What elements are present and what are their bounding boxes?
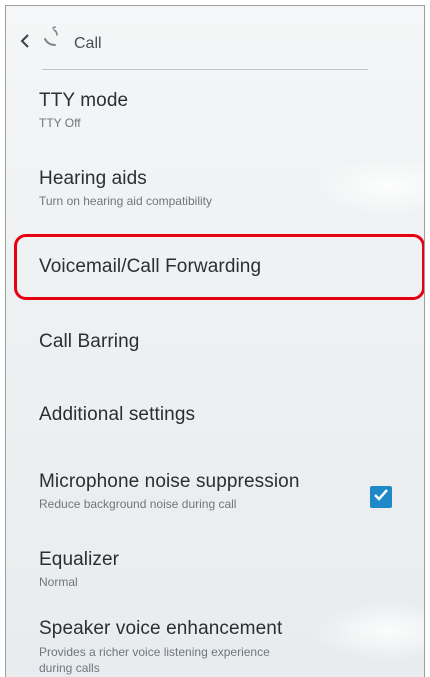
setting-summary: Turn on hearing aid compatibility [39,194,212,208]
setting-speaker-voice-enhancement[interactable]: Speaker voice enhancement Provides a ric… [6,618,424,676]
setting-title: Speaker voice enhancement [39,618,283,639]
setting-title: Microphone noise suppression [39,471,300,492]
setting-call-barring[interactable]: Call Barring [6,331,424,353]
chevron-left-icon [18,32,32,50]
title-divider [42,69,368,70]
setting-title: Voicemail/Call Forwarding [39,256,262,277]
noise-suppression-checkbox[interactable] [370,486,392,508]
setting-summary: Provides a richer voice listening experi… [39,645,270,675]
setting-summary: Reduce background noise during call [39,497,237,511]
setting-title: Hearing aids [39,168,147,189]
setting-title: Additional settings [39,404,196,425]
setting-equalizer[interactable]: Equalizer Normal [6,549,424,589]
settings-screen: Call TTY mode TTY Off Hearing aids Turn … [5,5,425,677]
phone-icon [38,24,64,52]
page-title: Call [74,35,102,52]
check-icon [373,488,389,507]
setting-title: Call Barring [39,331,140,352]
setting-voicemail-call-forwarding[interactable]: Voicemail/Call Forwarding [6,256,424,278]
top-bar: Call [6,6,424,76]
setting-tty-mode[interactable]: TTY mode TTY Off [6,90,424,130]
setting-title: Equalizer [39,549,120,570]
setting-summary: Normal [39,575,78,589]
setting-title: TTY mode [39,90,129,111]
setting-additional-settings[interactable]: Additional settings [6,404,424,426]
back-button[interactable] [12,28,38,54]
setting-summary: TTY Off [39,116,81,130]
setting-hearing-aids[interactable]: Hearing aids Turn on hearing aid compati… [6,168,424,208]
setting-microphone-noise-suppression[interactable]: Microphone noise suppression Reduce back… [6,471,424,511]
